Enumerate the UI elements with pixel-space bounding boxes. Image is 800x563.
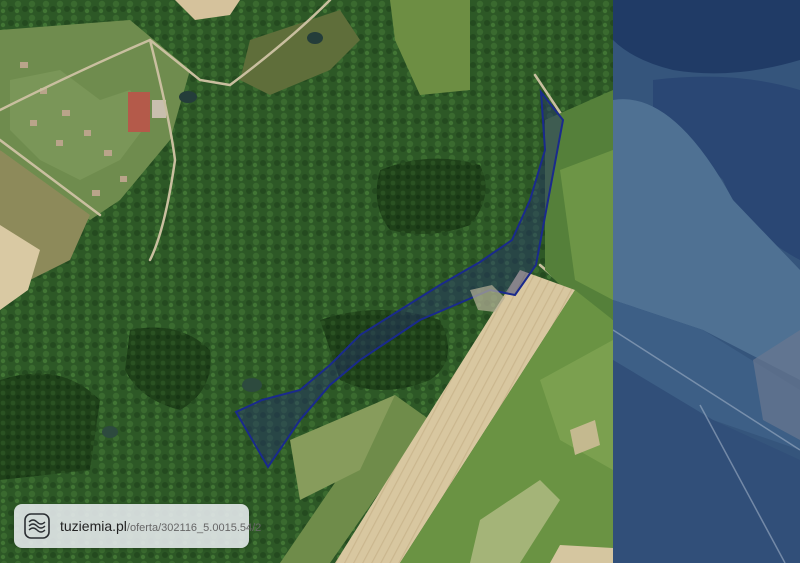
listing-url[interactable]: tuziemia.pl/oferta/302116_5.0015.54/2 [60, 518, 261, 534]
listing-path: /oferta/302116_5.0015.54/2 [126, 522, 262, 534]
listing-domain: tuziemia.pl [60, 518, 127, 534]
listing-link-badge[interactable]: tuziemia.pl/oferta/302116_5.0015.54/2 [14, 504, 261, 548]
contour-map-logo-icon [24, 513, 50, 539]
satellite-imagery [0, 0, 800, 563]
satellite-map[interactable]: tuziemia.pl/oferta/302116_5.0015.54/2 [0, 0, 800, 563]
